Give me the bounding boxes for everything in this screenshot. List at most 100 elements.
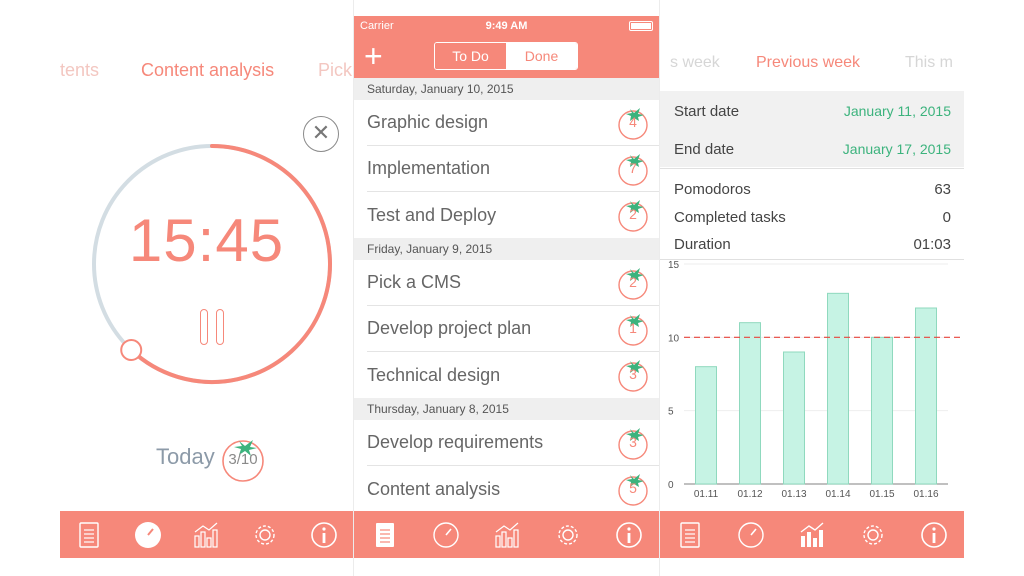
period-item-prev[interactable]: s week bbox=[670, 54, 720, 72]
tab-info[interactable] bbox=[304, 515, 344, 555]
start-date-row[interactable]: Start date January 11, 2015 bbox=[674, 103, 951, 120]
category-item-prev[interactable]: tents bbox=[60, 60, 99, 81]
task-pomodoro-count: 4 bbox=[629, 114, 637, 130]
timer-icon bbox=[432, 521, 459, 548]
today-count: 3/10 bbox=[228, 451, 258, 468]
tab-stats[interactable] bbox=[792, 515, 832, 555]
section-tasks: Graphic design 4 Implementation 7 Test a… bbox=[354, 100, 659, 238]
status-bar: Carrier 9:49 AM bbox=[354, 16, 659, 36]
task-row[interactable]: Test and Deploy 2 bbox=[367, 192, 659, 238]
period-item-next[interactable]: This m bbox=[905, 54, 953, 72]
segment-done[interactable]: Done bbox=[506, 43, 577, 69]
tab-bar bbox=[660, 511, 964, 558]
task-row[interactable]: Content analysis 5 bbox=[367, 466, 659, 512]
completed-value: 0 bbox=[942, 209, 951, 226]
task-name: Content analysis bbox=[367, 478, 501, 499]
tab-settings[interactable] bbox=[548, 515, 588, 555]
settings-icon bbox=[557, 524, 578, 545]
section-tasks: Develop requirements 3 Content analysis … bbox=[354, 420, 659, 512]
ring-drag-handle[interactable] bbox=[120, 339, 143, 362]
tab-stats[interactable] bbox=[186, 515, 226, 555]
info-icon bbox=[310, 521, 337, 548]
timer-icon bbox=[134, 521, 161, 548]
task-name: Develop project plan bbox=[367, 318, 532, 338]
timer-screen: tents Content analysis Pick ✕ 15:45 Toda… bbox=[60, 0, 353, 576]
list-icon bbox=[375, 522, 394, 547]
task-list[interactable]: Saturday, January 10, 2015 Graphic desig… bbox=[354, 78, 659, 512]
info-icon bbox=[615, 521, 642, 548]
period-item-active[interactable]: Previous week bbox=[756, 54, 860, 72]
completed-label: Completed tasks bbox=[674, 209, 786, 226]
task-row[interactable]: Implementation 7 bbox=[367, 146, 659, 192]
end-date-row[interactable]: End date January 17, 2015 bbox=[674, 141, 951, 158]
x-tick-label: 01.16 bbox=[913, 489, 938, 500]
battery-icon bbox=[629, 21, 653, 31]
task-list-screen: Carrier 9:49 AM + To Do Done Saturday, J… bbox=[354, 16, 659, 558]
x-tick-label: 01.13 bbox=[781, 489, 806, 500]
task-name: Technical design bbox=[367, 364, 501, 385]
settings-icon bbox=[863, 524, 883, 545]
category-carousel[interactable]: tents Content analysis Pick bbox=[60, 58, 353, 86]
stats-icon bbox=[494, 522, 519, 548]
task-pomodoro-count: 2 bbox=[629, 206, 637, 222]
category-item-active[interactable]: Content analysis bbox=[141, 60, 274, 81]
stats-icon bbox=[194, 522, 219, 548]
tab-timer[interactable] bbox=[731, 515, 771, 555]
tab-info[interactable] bbox=[609, 515, 649, 555]
start-date-value[interactable]: January 11, 2015 bbox=[844, 103, 951, 120]
task-row[interactable]: Pick a CMS 2 bbox=[367, 260, 659, 306]
nav-bar: + To Do Done bbox=[354, 36, 659, 78]
pause-button[interactable] bbox=[200, 309, 224, 345]
end-date-label: End date bbox=[674, 141, 735, 158]
tab-list[interactable] bbox=[69, 515, 109, 555]
end-date-value[interactable]: January 17, 2015 bbox=[843, 141, 951, 158]
segment-todo[interactable]: To Do bbox=[435, 43, 506, 69]
task-pomodoro-count: 3 bbox=[629, 366, 637, 382]
task-name: Pick a CMS bbox=[367, 272, 462, 292]
y-tick-label: 10 bbox=[668, 333, 680, 344]
task-pomodoro-count: 5 bbox=[629, 480, 637, 496]
task-row[interactable]: Technical design 3 bbox=[367, 352, 659, 398]
tab-list[interactable] bbox=[670, 515, 710, 555]
pause-bar-right bbox=[216, 309, 224, 345]
x-tick-label: 01.12 bbox=[737, 489, 762, 500]
pomodoros-row: Pomodoros 63 bbox=[674, 181, 951, 198]
tab-bar bbox=[354, 511, 659, 558]
chart-bar bbox=[871, 336, 893, 485]
tab-settings[interactable] bbox=[853, 515, 893, 555]
task-name: Develop requirements bbox=[367, 432, 544, 452]
section-tasks: Pick a CMS 2 Develop project plan 1 Tech… bbox=[354, 260, 659, 398]
task-name: Test and Deploy bbox=[367, 204, 497, 225]
tab-settings[interactable] bbox=[245, 515, 285, 555]
period-carousel[interactable]: s week Previous week This m bbox=[660, 52, 964, 76]
start-date-label: Start date bbox=[674, 103, 740, 120]
category-item-next[interactable]: Pick bbox=[318, 60, 352, 81]
task-row[interactable]: Graphic design 4 bbox=[367, 100, 659, 146]
tab-bar bbox=[60, 511, 353, 558]
section-header: Saturday, January 10, 2015 bbox=[354, 78, 659, 100]
timer-icon bbox=[738, 521, 764, 548]
task-row[interactable]: Develop requirements 3 bbox=[367, 420, 659, 466]
task-row[interactable]: Develop project plan 1 bbox=[367, 306, 659, 352]
list-icon bbox=[79, 521, 99, 548]
duration-label: Duration bbox=[674, 236, 731, 253]
x-tick-label: 01.11 bbox=[694, 489, 719, 500]
chart-bar bbox=[695, 366, 717, 485]
date-range: Start date January 11, 2015 End date Jan… bbox=[660, 91, 964, 167]
chart-bar bbox=[739, 322, 761, 485]
settings-icon bbox=[255, 524, 275, 545]
duration-row: Duration 01:03 bbox=[674, 236, 951, 253]
todo-done-toggle[interactable]: To Do Done bbox=[434, 42, 578, 70]
tab-timer[interactable] bbox=[426, 515, 466, 555]
pause-bar-left bbox=[200, 309, 208, 345]
task-pomodoro-count: 1 bbox=[629, 320, 637, 336]
tab-timer[interactable] bbox=[128, 515, 168, 555]
today-label: Today bbox=[156, 444, 215, 469]
tab-list[interactable] bbox=[365, 515, 405, 555]
status-time: 9:49 AM bbox=[485, 20, 528, 32]
tab-info[interactable] bbox=[914, 515, 954, 555]
add-task-button[interactable]: + bbox=[364, 40, 383, 72]
task-pomodoro-count: 2 bbox=[629, 274, 637, 290]
tab-stats[interactable] bbox=[487, 515, 527, 555]
task-name: Implementation bbox=[367, 158, 491, 178]
